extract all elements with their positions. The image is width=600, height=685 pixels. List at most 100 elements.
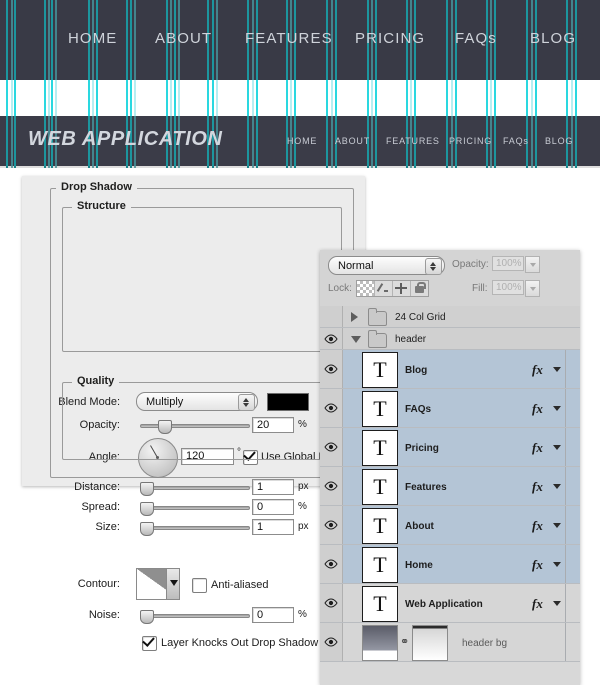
layer-visibility-toggle[interactable] (320, 584, 343, 622)
layer-effects-fx-icon[interactable]: fx (532, 401, 543, 417)
panel-opacity-label: Opacity: (452, 259, 489, 270)
mockup-top-nav-item-features[interactable]: FEATURES (245, 30, 333, 47)
mockup-bottom-nav-item-faqs[interactable]: FAQs (503, 136, 529, 146)
layer-blend-mode-select[interactable]: Normal (328, 256, 445, 275)
layer-visibility-toggle[interactable] (320, 428, 343, 466)
slider-knob[interactable] (140, 502, 154, 516)
type-layer-thumbnail[interactable]: T (362, 547, 398, 583)
type-layer-thumbnail[interactable]: T (362, 430, 398, 466)
opacity-chevron-down-icon[interactable] (525, 256, 540, 273)
all-lock-icon[interactable] (411, 281, 428, 296)
chevron-down-icon[interactable] (553, 406, 561, 411)
position-lock-icon[interactable] (393, 281, 411, 296)
contour-preset-picker[interactable] (136, 568, 180, 600)
size-input[interactable]: 1 (252, 519, 294, 535)
layer-visibility-toggle[interactable] (320, 467, 343, 505)
chevron-down-icon[interactable] (351, 336, 361, 343)
pixel-layer-thumbnail[interactable] (362, 625, 398, 661)
mockup-bottom-nav-item-blog[interactable]: BLOG (545, 136, 573, 146)
layer-mask-thumbnail[interactable] (412, 625, 448, 661)
type-layer-thumbnail[interactable]: T (362, 469, 398, 505)
grid-guide (256, 0, 258, 168)
layer-row[interactable]: 24 Col Grid (320, 306, 580, 328)
mockup-top-nav-item-pricing[interactable]: PRICING (355, 30, 425, 47)
anti-aliased-label: Anti-aliased (211, 579, 269, 591)
type-layer-thumbnail[interactable]: T (362, 508, 398, 544)
layer-effects-fx-icon[interactable]: fx (532, 596, 543, 612)
layer-row[interactable]: T Features fx (320, 467, 580, 506)
folder-icon (368, 308, 387, 326)
chevron-down-icon[interactable] (553, 484, 561, 489)
grid-guide (252, 0, 254, 168)
layer-visibility-toggle[interactable] (320, 545, 343, 583)
transparency-lock-icon[interactable] (357, 281, 375, 296)
type-layer-thumbnail[interactable]: T (362, 352, 398, 388)
chevron-down-icon[interactable] (553, 445, 561, 450)
layer-visibility-toggle[interactable] (320, 350, 343, 388)
chevron-down-icon[interactable] (553, 562, 561, 567)
spread-input[interactable]: 0 (252, 499, 294, 515)
layer-effects-fx-icon[interactable]: fx (532, 362, 543, 378)
image-lock-icon[interactable] (375, 281, 393, 296)
mockup-bottom-nav-item-home[interactable]: HOME (287, 136, 317, 146)
mockup-top-nav-item-about[interactable]: ABOUT (155, 30, 212, 47)
eye-icon (324, 520, 338, 530)
distance-slider[interactable] (140, 481, 250, 496)
size-slider[interactable] (140, 521, 250, 536)
slider-track (140, 614, 250, 618)
layer-row[interactable]: T FAQs fx (320, 389, 580, 428)
layer-visibility-toggle[interactable] (320, 623, 343, 661)
layer-row[interactable]: T Home fx (320, 545, 580, 584)
slider-knob[interactable] (140, 610, 154, 624)
layer-row[interactable]: header (320, 328, 580, 350)
layer-visibility-toggle[interactable] (320, 389, 343, 427)
grid-guide (247, 0, 249, 168)
lock-buttons-group[interactable] (356, 280, 429, 297)
layer-visibility-toggle[interactable] (320, 328, 343, 349)
layer-visibility-toggle[interactable] (320, 506, 343, 544)
anti-aliased-checkbox[interactable] (192, 578, 207, 593)
layer-row[interactable]: T Pricing fx (320, 428, 580, 467)
stepper-arrows-icon[interactable] (425, 258, 442, 275)
layer-effects-fx-icon[interactable]: fx (532, 557, 543, 573)
slider-knob[interactable] (140, 482, 154, 496)
layer-visibility-toggle[interactable] (320, 306, 343, 327)
layer-row[interactable]: ⚭ header bg (320, 623, 580, 662)
type-layer-thumbnail[interactable]: T (362, 391, 398, 427)
layer-row[interactable]: T Web Application fx (320, 584, 580, 623)
mockup-top-nav-item-blog[interactable]: BLOG (530, 30, 576, 47)
panel-fill-value[interactable]: 100% (492, 280, 524, 295)
noise-slider[interactable] (140, 609, 250, 624)
mockup-bottom-nav-item-about[interactable]: ABOUT (335, 136, 370, 146)
chevron-down-icon[interactable] (553, 601, 561, 606)
mockup-bottom-nav-item-pricing[interactable]: PRICING (449, 136, 492, 146)
layer-row[interactable]: T Blog fx (320, 350, 580, 389)
spread-slider[interactable] (140, 501, 250, 516)
chevron-down-icon[interactable] (166, 569, 179, 599)
mockup-top-nav-item-faqs[interactable]: FAQs (455, 30, 497, 47)
slider-knob[interactable] (140, 522, 154, 536)
chevron-down-icon[interactable] (553, 367, 561, 372)
layer-knocks-out-label: Layer Knocks Out Drop Shadow (161, 637, 319, 649)
mockup-bottom-nav-item-features[interactable]: FEATURES (386, 136, 440, 146)
mask-link-icon[interactable]: ⚭ (400, 635, 409, 648)
eye-icon (324, 442, 338, 452)
type-layer-thumbnail[interactable]: T (362, 586, 398, 622)
layer-effects-fx-icon[interactable]: fx (532, 479, 543, 495)
layer-effects-fx-icon[interactable]: fx (532, 440, 543, 456)
grid-guide (494, 0, 496, 168)
layer-knocks-out-checkbox[interactable] (142, 636, 157, 651)
noise-input[interactable]: 0 (252, 607, 294, 623)
fill-chevron-down-icon[interactable] (525, 280, 540, 297)
distance-input[interactable]: 1 (252, 479, 294, 495)
chevron-down-icon[interactable] (553, 523, 561, 528)
panel-opacity-value[interactable]: 100% (492, 256, 524, 271)
mockup-top-nav-item-home[interactable]: HOME (68, 30, 117, 47)
layer-row[interactable]: T About fx (320, 506, 580, 545)
structure-group-title: Structure (72, 200, 131, 212)
chevron-right-icon[interactable] (351, 312, 358, 322)
distance-unit: px (298, 481, 309, 492)
layer-effects-fx-icon[interactable]: fx (532, 518, 543, 534)
eye-icon (324, 403, 338, 413)
noise-label: Noise: (88, 609, 120, 621)
